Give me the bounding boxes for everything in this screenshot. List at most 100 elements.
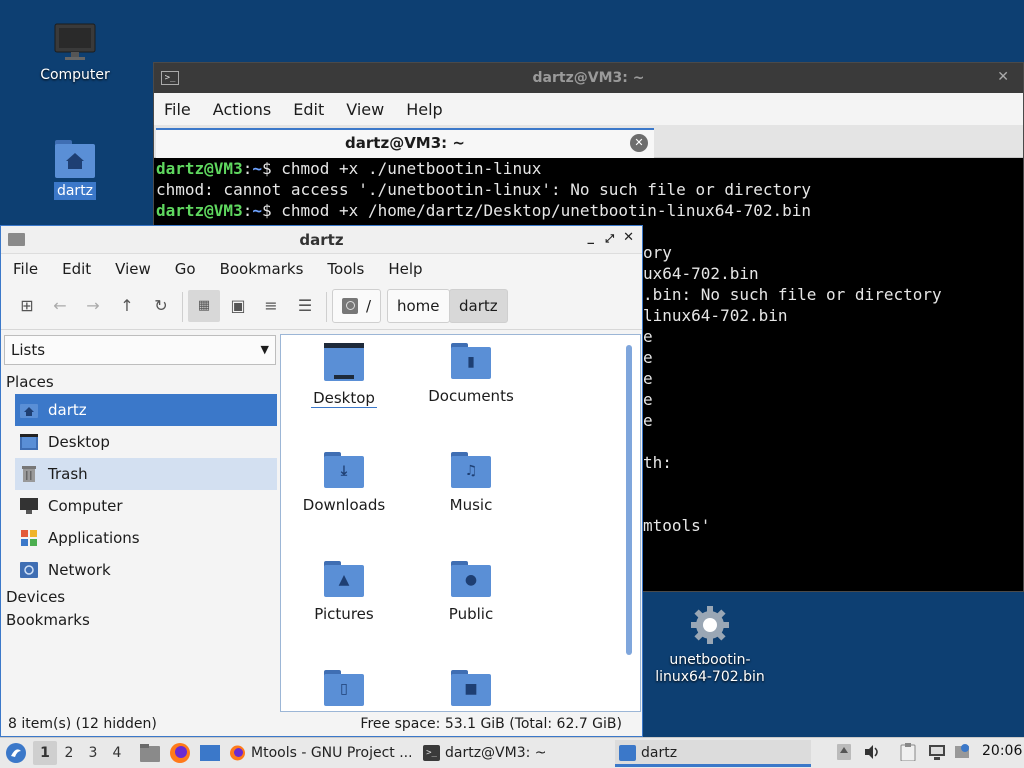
task-terminal[interactable]: >_ dartz@VM3: ~ bbox=[419, 740, 615, 767]
folder-icon bbox=[619, 744, 636, 761]
breadcrumb-root[interactable]: / bbox=[332, 289, 382, 323]
folder-downloads[interactable]: ⤓ Downloads bbox=[284, 452, 404, 514]
reload-icon[interactable]: ↻ bbox=[145, 290, 177, 322]
desktop-icon-computer[interactable]: Computer bbox=[25, 22, 125, 84]
chevron-down-icon: ▼ bbox=[260, 343, 269, 356]
maximize-icon[interactable]: ⤢ bbox=[605, 232, 614, 246]
close-icon[interactable]: ✕ bbox=[623, 230, 634, 245]
menu-help[interactable]: Help bbox=[406, 100, 442, 119]
sidebar-item-network[interactable]: Network bbox=[15, 554, 277, 586]
workspace-3[interactable]: 3 bbox=[81, 745, 105, 761]
side-pane-mode-select[interactable]: Lists ▼ bbox=[4, 335, 276, 365]
vertical-scrollbar[interactable] bbox=[626, 345, 632, 655]
side-pane: Lists ▼ Places dartz Desktop Trash Compu… bbox=[1, 330, 280, 715]
menu-actions[interactable]: Actions bbox=[213, 100, 271, 119]
trash-icon bbox=[22, 466, 36, 482]
terminal-line: ux64-702.bin bbox=[643, 264, 759, 283]
section-bookmarks[interactable]: Bookmarks bbox=[6, 611, 90, 629]
folder-view[interactable]: Desktop ▮ Documents ⤓ Downloads ♫ Music … bbox=[280, 334, 641, 712]
start-menu-icon[interactable] bbox=[5, 742, 27, 764]
firefox-launcher-icon[interactable] bbox=[169, 742, 191, 764]
workspace-4[interactable]: 4 bbox=[105, 745, 129, 761]
up-icon[interactable]: ↑ bbox=[111, 290, 143, 322]
folder-public[interactable]: ● Public bbox=[411, 561, 531, 623]
file-manager-titlebar[interactable]: dartz _ ⤢ ✕ bbox=[1, 226, 642, 254]
volume-icon[interactable] bbox=[864, 743, 880, 761]
task-firefox[interactable]: Mtools - GNU Project ... bbox=[225, 740, 411, 767]
terminal-line: linux64-702.bin bbox=[643, 306, 788, 325]
menu-view[interactable]: View bbox=[346, 100, 384, 119]
status-free-space: Free space: 53.1 GiB (Total: 62.7 GiB) bbox=[360, 716, 622, 732]
clock[interactable]: 20:06 bbox=[982, 743, 1022, 759]
forward-icon[interactable]: → bbox=[77, 290, 109, 322]
folder-label: Pictures bbox=[314, 605, 374, 623]
menu-edit[interactable]: Edit bbox=[293, 100, 324, 119]
folder-pictures[interactable]: ▲ Pictures bbox=[284, 561, 404, 623]
sidebar-item-desktop[interactable]: Desktop bbox=[15, 426, 277, 458]
folder-videos[interactable]: ■ bbox=[411, 670, 531, 711]
menu-edit[interactable]: Edit bbox=[62, 260, 91, 278]
desktop-icon-dartz[interactable]: dartz bbox=[25, 140, 125, 200]
file-manager-toolbar: ⊞ ← → ↑ ↻ ▦ ▣ ≡ ☰ / home dartz bbox=[1, 284, 642, 330]
clipboard-icon[interactable] bbox=[900, 743, 916, 761]
section-devices[interactable]: Devices bbox=[6, 588, 65, 606]
update-notifier-icon[interactable] bbox=[836, 743, 852, 761]
sidebar-item-dartz[interactable]: dartz bbox=[15, 394, 277, 426]
desktop-launcher-icon[interactable] bbox=[199, 743, 221, 763]
terminal-tab[interactable]: dartz@VM3: ~ ✕ bbox=[156, 128, 654, 158]
tab-close-icon[interactable]: ✕ bbox=[630, 134, 648, 152]
close-icon[interactable]: ✕ bbox=[997, 69, 1009, 85]
back-icon[interactable]: ← bbox=[44, 290, 76, 322]
file-manager-window[interactable]: dartz _ ⤢ ✕ File Edit View Go Bookmarks … bbox=[0, 225, 643, 737]
sidebar-item-trash[interactable]: Trash bbox=[15, 458, 277, 490]
breadcrumb-dartz[interactable]: dartz bbox=[449, 289, 508, 323]
menu-go[interactable]: Go bbox=[175, 260, 196, 278]
menu-bookmarks[interactable]: Bookmarks bbox=[220, 260, 304, 278]
menu-tools[interactable]: Tools bbox=[327, 260, 364, 278]
firefox-icon bbox=[230, 745, 245, 760]
workspace-1[interactable]: 1 bbox=[33, 741, 57, 765]
search-icon bbox=[342, 298, 358, 314]
computer-icon bbox=[20, 498, 38, 514]
folder-templates[interactable]: ▯ bbox=[284, 670, 404, 711]
icon-view-icon[interactable]: ▦ bbox=[188, 290, 220, 322]
terminal-menubar: File Actions Edit View Help bbox=[154, 93, 1023, 125]
desktop-file-unetbootin[interactable]: unetbootin-linux64-702.bin bbox=[650, 604, 770, 686]
compact-view-icon[interactable]: ≡ bbox=[255, 290, 287, 322]
notification-icon[interactable] bbox=[954, 743, 970, 761]
sidebar-item-computer[interactable]: Computer bbox=[15, 490, 277, 522]
new-tab-icon[interactable]: ⊞ bbox=[11, 290, 43, 322]
menu-file[interactable]: File bbox=[164, 100, 191, 119]
file-manager-launcher-icon[interactable] bbox=[139, 743, 161, 763]
menu-help[interactable]: Help bbox=[388, 260, 422, 278]
folder-label: Downloads bbox=[302, 496, 386, 514]
breadcrumb-home[interactable]: home bbox=[387, 289, 450, 323]
desktop-icon-label: Computer bbox=[40, 67, 110, 83]
sidebar-item-applications[interactable]: Applications bbox=[15, 522, 277, 554]
workspace-2[interactable]: 2 bbox=[57, 745, 81, 761]
folder-music[interactable]: ♫ Music bbox=[411, 452, 531, 514]
terminal-partial-output: ory ux64-702.bin .bin: No such file or dir… bbox=[643, 242, 942, 536]
terminal-titlebar[interactable]: >_ dartz@VM3: ~ ✕ bbox=[154, 63, 1023, 93]
terminal-title: dartz@VM3: ~ bbox=[532, 70, 645, 86]
music-folder-icon: ♫ bbox=[451, 452, 491, 488]
terminal-line: dartz@VM3:~$ chmod +x ./unetbootin-linux bbox=[156, 159, 542, 178]
minimize-icon[interactable]: _ bbox=[588, 230, 595, 245]
applications-icon bbox=[21, 530, 37, 546]
section-places[interactable]: Places bbox=[6, 373, 54, 391]
task-file-manager[interactable]: dartz bbox=[615, 739, 811, 767]
tab-title: dartz@VM3: ~ bbox=[345, 134, 465, 152]
terminal-line: th: bbox=[643, 453, 672, 472]
thumbnail-view-icon[interactable]: ▣ bbox=[222, 290, 254, 322]
folder-label: Music bbox=[449, 496, 493, 514]
terminal-line: e bbox=[643, 411, 653, 430]
network-status-icon[interactable] bbox=[928, 743, 946, 761]
menu-view[interactable]: View bbox=[115, 260, 151, 278]
menu-file[interactable]: File bbox=[13, 260, 38, 278]
folder-desktop[interactable]: Desktop bbox=[284, 343, 404, 408]
desktop-icon bbox=[20, 434, 38, 450]
detailed-view-icon[interactable]: ☰ bbox=[289, 290, 321, 322]
terminal-line: e bbox=[643, 327, 653, 346]
folder-documents[interactable]: ▮ Documents bbox=[411, 343, 531, 405]
